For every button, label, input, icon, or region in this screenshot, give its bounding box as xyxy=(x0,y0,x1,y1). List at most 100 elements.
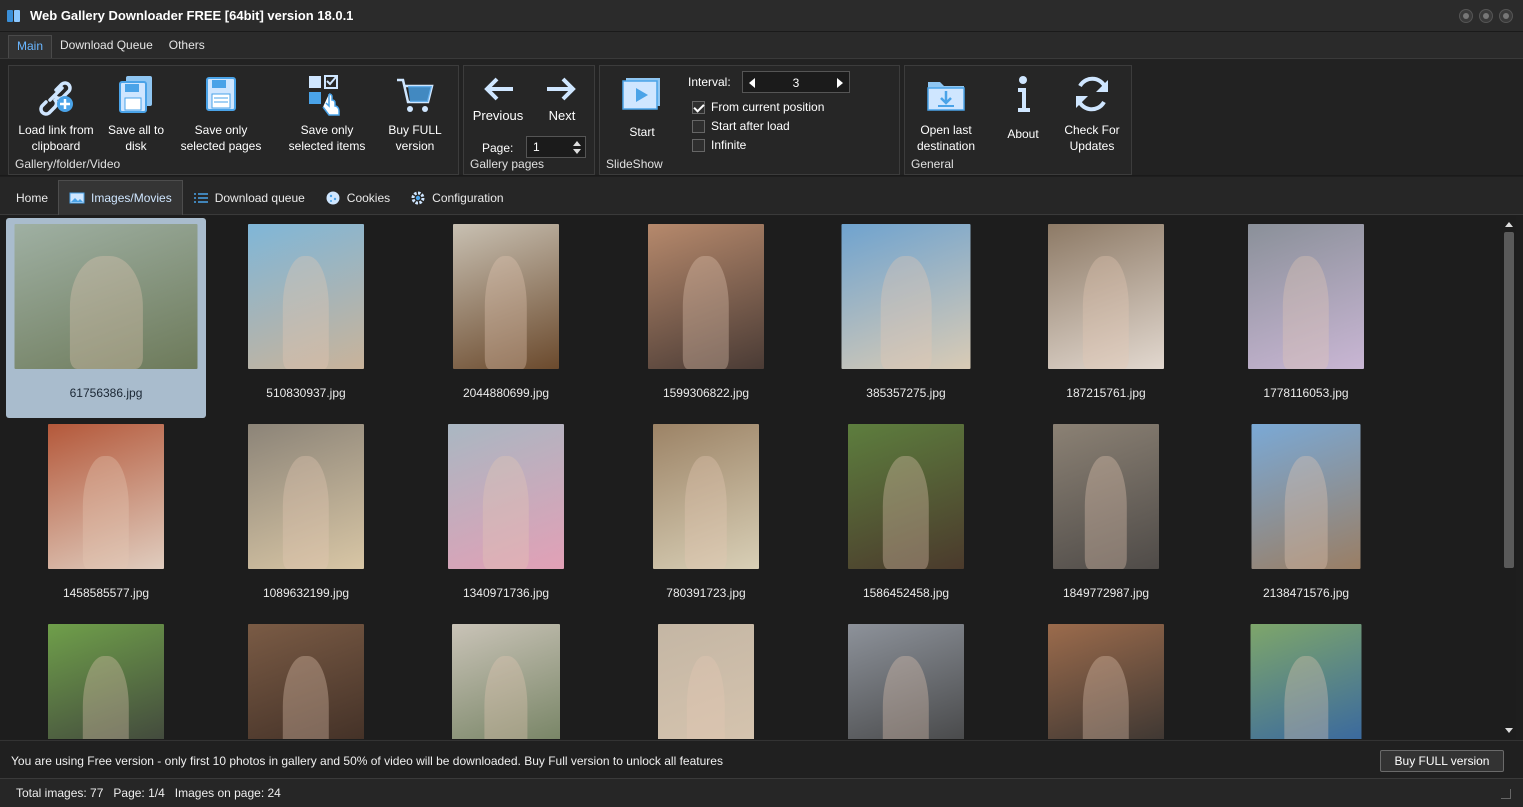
gallery-item[interactable]: 1849772987.jpg xyxy=(1006,418,1206,618)
page-stepper[interactable]: 1 xyxy=(526,136,586,158)
ribbon-tab-others[interactable]: Others xyxy=(161,35,213,58)
open-last-label-2: destination xyxy=(916,139,976,153)
interval-stepper[interactable]: 3 xyxy=(742,71,850,93)
gallery-scrollbar[interactable] xyxy=(1502,216,1516,739)
from-current-checkbox[interactable]: From current position xyxy=(692,100,824,114)
checkbox-unchecked-icon xyxy=(692,119,705,133)
slideshow-group: Start Interval: 3 From current position … xyxy=(599,65,900,175)
next-button[interactable]: Next xyxy=(536,76,588,123)
ribbon-tab-download-queue[interactable]: Download Queue xyxy=(52,35,161,58)
gallery-item[interactable]: 61756386.jpg xyxy=(6,218,206,418)
file-name: 1340971736.jpg xyxy=(462,586,550,600)
tab-images-movies[interactable]: Images/Movies xyxy=(58,180,183,215)
file-name: 1599306822.jpg xyxy=(662,386,750,400)
photo-subject xyxy=(82,455,130,569)
gallery-item[interactable]: 780391723.jpg xyxy=(606,418,806,618)
close-button[interactable] xyxy=(1499,9,1513,23)
file-name: 1586452458.jpg xyxy=(862,586,950,600)
save-pages-icon xyxy=(206,77,236,111)
ribbon-tab-main[interactable]: Main xyxy=(8,35,53,58)
tab-cookies-label: Cookies xyxy=(346,190,391,205)
photo-subject xyxy=(1082,655,1130,739)
gallery-item[interactable]: 187215761.jpg xyxy=(1006,218,1206,418)
gallery-item[interactable] xyxy=(206,618,406,739)
status-images-on-page: Images on page: 24 xyxy=(174,786,281,800)
infinite-checkbox[interactable]: Infinite xyxy=(692,138,746,152)
minimize-button[interactable] xyxy=(1459,9,1473,23)
photo-subject xyxy=(1082,255,1130,369)
buy-full-ribbon-button[interactable]: Buy FULL version xyxy=(379,72,451,154)
file-name: 2138471576.jpg xyxy=(1262,586,1350,600)
open-last-label-1: Open last xyxy=(920,123,972,137)
interval-value: 3 xyxy=(792,76,800,90)
tab-download-queue[interactable]: Download queue xyxy=(183,180,315,215)
scrollbar-thumb[interactable] xyxy=(1504,232,1514,568)
gallery-item[interactable] xyxy=(1206,618,1406,739)
resize-grip-icon[interactable] xyxy=(1501,789,1511,799)
gallery-item[interactable]: 1778116053.jpg xyxy=(1206,218,1406,418)
gallery-item[interactable]: 1089632199.jpg xyxy=(206,418,406,618)
notice-text: You are using Free version - only first … xyxy=(11,754,723,768)
image-icon xyxy=(69,192,85,204)
thumbnail-image xyxy=(658,624,754,739)
slideshow-group-label: SlideShow xyxy=(606,157,663,171)
scroll-up-icon[interactable] xyxy=(1505,222,1513,227)
thumbnail-image xyxy=(653,424,759,569)
about-label: About xyxy=(1007,127,1039,141)
save-all-button[interactable]: Save all to disk xyxy=(101,72,171,154)
open-last-destination-button[interactable]: Open last destination xyxy=(909,72,983,154)
spin-arrows-icon[interactable] xyxy=(573,139,581,155)
start-after-load-checkbox[interactable]: Start after load xyxy=(692,119,790,133)
thumbnail-image xyxy=(14,224,198,369)
load-link-button[interactable]: Load link from clipboard xyxy=(13,72,99,154)
gallery-item[interactable]: 2138471576.jpg xyxy=(1206,418,1406,618)
save-selected-items-button[interactable]: Save only selected items xyxy=(279,72,375,154)
link-icon xyxy=(39,81,73,116)
thumbnail-image xyxy=(848,624,964,739)
gallery-item[interactable] xyxy=(806,618,1006,739)
gallery-pages-group: Previous Next Page: 1 Gallery pages xyxy=(463,65,595,175)
check-updates-button[interactable]: Check For Updates xyxy=(1057,72,1127,154)
gallery-group: Load link from clipboard Save all to dis… xyxy=(8,65,459,175)
photo-subject xyxy=(482,455,530,569)
thumbnail-image xyxy=(848,424,964,569)
shopping-cart-icon xyxy=(397,78,434,112)
tab-cookies[interactable]: Cookies xyxy=(315,180,400,215)
tab-home[interactable]: Home xyxy=(6,180,58,215)
previous-button[interactable]: Previous xyxy=(472,76,524,123)
gallery-item[interactable] xyxy=(6,618,206,739)
title-bar: Web Gallery Downloader FREE [64bit] vers… xyxy=(0,0,1523,32)
buy-full-version-button[interactable]: Buy FULL version xyxy=(1380,750,1504,772)
select-items-icon xyxy=(309,75,340,116)
tab-configuration-label: Configuration xyxy=(432,190,504,205)
gallery-item[interactable]: 1458585577.jpg xyxy=(6,418,206,618)
tab-configuration[interactable]: Configuration xyxy=(400,180,513,215)
checkbox-unchecked-icon xyxy=(692,138,705,152)
page-value: 1 xyxy=(533,140,540,154)
start-slideshow-button[interactable]: Start xyxy=(610,72,674,140)
gallery-item[interactable]: 1340971736.jpg xyxy=(406,418,606,618)
info-icon xyxy=(1018,76,1030,112)
interval-increase-icon[interactable] xyxy=(837,78,843,88)
gallery-item[interactable]: 2044880699.jpg xyxy=(406,218,606,418)
thumbnail-image xyxy=(248,424,364,569)
gallery-item[interactable]: 385357275.jpg xyxy=(806,218,1006,418)
content-tab-strip: Home Images/Movies Download queue Cookie… xyxy=(0,177,1523,215)
thumbnail-image xyxy=(48,424,164,569)
previous-label: Previous xyxy=(472,108,524,123)
file-name: 187215761.jpg xyxy=(1066,386,1146,400)
gallery-group-label: Gallery/folder/Video xyxy=(15,157,121,171)
gallery-item[interactable] xyxy=(606,618,806,739)
gallery-item[interactable]: 510830937.jpg xyxy=(206,218,406,418)
checkbox-checked-icon xyxy=(692,100,705,114)
gallery-item[interactable] xyxy=(1006,618,1206,739)
gallery-item[interactable]: 1599306822.jpg xyxy=(606,218,806,418)
about-button[interactable]: About xyxy=(993,72,1053,142)
tab-download-queue-label: Download queue xyxy=(214,190,305,205)
gallery-item[interactable]: 1586452458.jpg xyxy=(806,418,1006,618)
scroll-down-icon[interactable] xyxy=(1505,728,1513,733)
gallery-item[interactable] xyxy=(406,618,606,739)
save-all-label-2: disk xyxy=(125,139,147,153)
maximize-button[interactable] xyxy=(1479,9,1493,23)
save-selected-pages-button[interactable]: Save only selected pages xyxy=(173,72,269,154)
